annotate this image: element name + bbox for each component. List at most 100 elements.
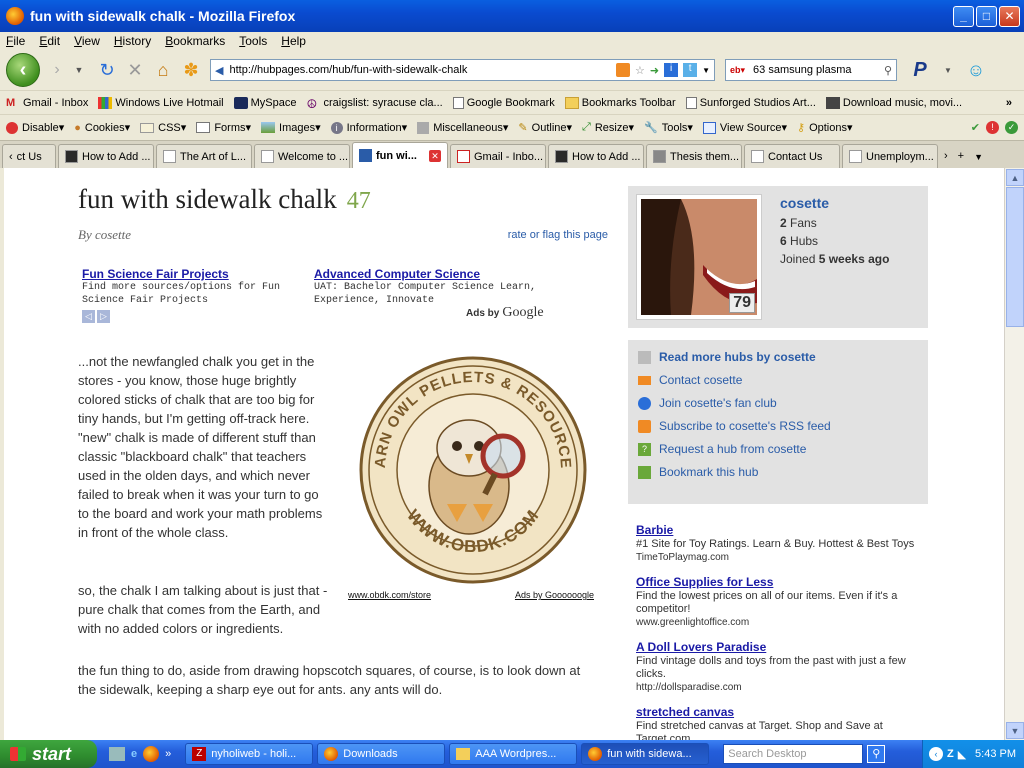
vertical-scrollbar[interactable]: ▲ ▼	[1004, 168, 1024, 740]
tray-arrow-icon[interactable]: ‹	[929, 747, 943, 761]
tab-thesis[interactable]: Thesis them...	[646, 144, 742, 168]
dev-resize[interactable]: ⤢ Resize ▾	[582, 121, 634, 134]
sidebar-ad-title-link[interactable]: Barbie	[636, 523, 673, 537]
author-name-link[interactable]: cosette	[780, 194, 889, 212]
dev-view-source[interactable]: View Source ▾	[702, 121, 787, 134]
menu-bookmarks[interactable]: Bookmarks	[165, 34, 225, 48]
info-icon[interactable]: i	[664, 63, 679, 77]
desktop-search-icon[interactable]: ⚲	[867, 745, 886, 763]
tab-fun-with-sidewalk-chalk[interactable]: fun wi... ✕	[352, 142, 448, 168]
tab-scroll-left-icon[interactable]: ‹	[9, 151, 13, 163]
dev-outline[interactable]: ✎ Outline ▾	[518, 121, 572, 135]
tab-welcome[interactable]: Welcome to ...	[254, 144, 350, 168]
valid-icon[interactable]: ✓	[1005, 121, 1018, 134]
ad-advanced-cs-link[interactable]: Advanced Computer Science	[314, 267, 480, 281]
ads-by-google[interactable]: Ads by Google	[466, 305, 544, 321]
sidebar-ad-url[interactable]: http://dollsparadise.com	[636, 681, 926, 694]
error-icon[interactable]: !	[986, 121, 999, 134]
bookmark-sunforged[interactable]: Sunforged Studios Art...	[685, 96, 816, 109]
history-dropdown-icon[interactable]: ▼	[68, 59, 90, 81]
bookmark-folder-toolbar[interactable]: Bookmarks Toolbar	[564, 96, 676, 109]
dev-options[interactable]: ⚷ Options ▾	[797, 121, 853, 135]
taskbar-downloads[interactable]: Downloads	[317, 743, 446, 765]
sidebar-ad-title-link[interactable]: A Doll Lovers Paradise	[636, 640, 766, 654]
sidebar-ad-url[interactable]: TimeToPlaymag.com	[636, 551, 926, 564]
bookmark-google[interactable]: Google Bookmark	[452, 96, 555, 109]
ad-fun-science-link[interactable]: Fun Science Fair Projects	[82, 267, 229, 281]
read-more-hubs-link[interactable]: Read more hubs by cosette	[638, 350, 928, 364]
quicklaunch-more-icon[interactable]: »	[165, 748, 171, 760]
paypal-icon[interactable]: P	[909, 59, 931, 81]
rss-feed-icon[interactable]	[615, 63, 630, 77]
search-icon[interactable]: ⚲	[884, 64, 892, 77]
ads-by-goooooogle-link[interactable]: Ads by Goooooogle	[515, 590, 594, 600]
tab-scroll-right-icon[interactable]: ›	[944, 150, 948, 162]
clock[interactable]: 5:43 PM	[975, 748, 1016, 760]
bookmark-hub-link[interactable]: Bookmark this hub	[638, 465, 928, 479]
addon-icon[interactable]: ✽	[180, 59, 202, 81]
back-button[interactable]: ‹	[6, 53, 40, 87]
start-button[interactable]: start	[0, 740, 97, 768]
taskbar-filezilla[interactable]: Znyholiweb - holi...	[185, 743, 314, 765]
dev-tools[interactable]: 🔧 Tools ▾	[644, 121, 693, 135]
maximize-button[interactable]: □	[976, 5, 997, 27]
new-tab-icon[interactable]: +	[958, 150, 964, 162]
bookmark-craigslist[interactable]: ☮ craigslist: syracuse cla...	[306, 97, 442, 111]
close-button[interactable]: ✕	[999, 5, 1020, 27]
tab-contact-us[interactable]: Contact Us	[744, 144, 840, 168]
fan-club-link[interactable]: Join cosette's fan club	[638, 396, 928, 410]
chevron-more-icon[interactable]: »	[1006, 97, 1012, 109]
url-bar[interactable]: ◀ http://hubpages.com/hub/fun-with-sidew…	[210, 59, 715, 81]
sidebar-ad-title-link[interactable]: stretched canvas	[636, 705, 734, 719]
ebay-engine-icon[interactable]: eb▾	[730, 65, 745, 76]
author-avatar[interactable]: 79	[636, 194, 762, 320]
twitter-icon[interactable]: t	[683, 63, 698, 77]
taskbar-firefox-active[interactable]: fun with sidewa...	[581, 743, 710, 765]
dev-cookies[interactable]: ● Cookies ▾	[74, 121, 130, 135]
menu-edit[interactable]: Edit	[39, 34, 60, 48]
obdk-store-link[interactable]: www.obdk.com/store	[348, 590, 431, 600]
menu-history[interactable]: History	[114, 34, 151, 48]
tab-gmail[interactable]: Gmail - Inbo...	[450, 144, 546, 168]
desktop-search-field[interactable]: Search Desktop	[723, 744, 864, 764]
scroll-down-icon[interactable]: ▼	[1006, 722, 1024, 739]
sidebar-ad-title-link[interactable]: Office Supplies for Less	[636, 575, 773, 589]
menu-view[interactable]: View	[74, 34, 100, 48]
rate-flag-link[interactable]: rate or flag this page	[508, 229, 608, 241]
tab-contact-us-partial[interactable]: ‹ ct Us	[2, 144, 56, 168]
sidebar-ad-url[interactable]: www.greenlightoffice.com	[636, 616, 926, 629]
go-arrow-icon[interactable]: ➜	[650, 64, 659, 77]
scroll-thumb[interactable]	[1006, 187, 1024, 327]
scroll-up-icon[interactable]: ▲	[1006, 169, 1024, 186]
tab-how-to-add-1[interactable]: How to Add ...	[58, 144, 154, 168]
dev-forms[interactable]: Forms ▾	[196, 121, 251, 134]
contact-link[interactable]: Contact cosette	[638, 373, 928, 387]
menu-file[interactable]: File	[6, 34, 25, 48]
tab-art-of[interactable]: The Art of L...	[156, 144, 252, 168]
skype-icon[interactable]: ☺	[965, 59, 987, 81]
dev-miscellaneous[interactable]: Miscellaneous ▾	[417, 121, 508, 134]
tray-volume-icon[interactable]: ◣	[958, 748, 966, 761]
bookmark-star-icon[interactable]: ☆	[635, 64, 645, 77]
bookmark-download[interactable]: Download music, movi...	[825, 96, 962, 109]
menu-tools[interactable]: Tools	[239, 34, 267, 48]
rss-subscribe-link[interactable]: Subscribe to cosette's RSS feed	[638, 419, 928, 433]
dev-images[interactable]: Images ▾	[261, 121, 321, 134]
ie-icon[interactable]: e	[131, 748, 137, 760]
bookmark-hotmail[interactable]: Windows Live Hotmail	[98, 96, 224, 109]
menu-help[interactable]: Help	[281, 34, 306, 48]
paypal-dropdown-icon[interactable]: ▼	[937, 59, 959, 81]
search-box[interactable]: eb▾ 63 samsung plasma ⚲	[725, 59, 897, 81]
reload-icon[interactable]: ↻	[96, 59, 118, 81]
tab-unemployment[interactable]: Unemploym...	[842, 144, 938, 168]
barn-owl-logo-image[interactable]: BARN OWL PELLETS & RESOURCES WWW.OBDK.CO…	[348, 352, 598, 588]
firefox-quicklaunch-icon[interactable]	[143, 746, 160, 762]
taskbar-wordpress-folder[interactable]: AAA Wordpres...	[449, 743, 578, 765]
tab-list-icon[interactable]: ▼	[974, 152, 983, 162]
dev-disable[interactable]: Disable ▾	[6, 121, 64, 134]
bookmark-myspace[interactable]: MySpace	[233, 96, 296, 109]
tray-z-icon[interactable]: Z	[947, 748, 954, 760]
forward-button[interactable]: ›	[46, 59, 68, 81]
ad-next-icon[interactable]: ▷	[97, 310, 110, 323]
bookmark-gmail[interactable]: M Gmail - Inbox	[6, 97, 88, 109]
